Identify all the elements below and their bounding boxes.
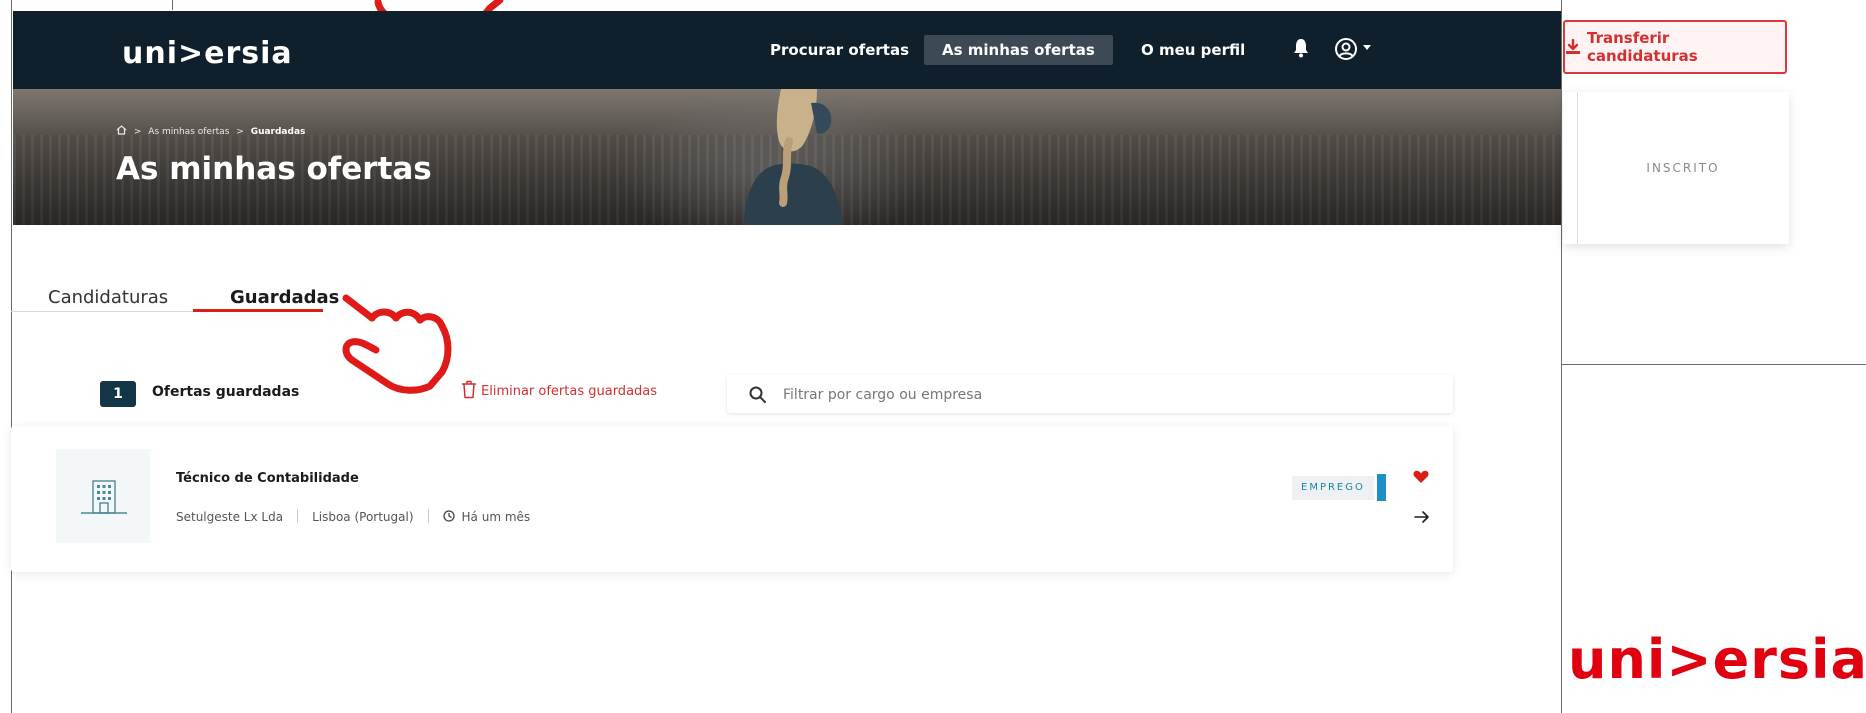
breadcrumb: > As minhas ofertas > Guardadas: [116, 125, 305, 137]
trash-icon: [462, 380, 476, 399]
transfer-applications-button[interactable]: Transferir candidaturas: [1563, 20, 1787, 74]
download-icon: [1565, 39, 1580, 54]
app-window: uni>ersia Procurar ofertas As minhas ofe…: [13, 11, 1561, 713]
caret-down-icon[interactable]: [1363, 45, 1371, 51]
nav-as-minhas-ofertas[interactable]: As minhas ofertas: [924, 35, 1113, 65]
tab-candidaturas[interactable]: Candidaturas: [48, 287, 168, 308]
nav-o-meu-perfil[interactable]: O meu perfil: [1123, 35, 1263, 65]
offer-meta: Setulgeste Lx Lda Lisboa (Portugal) Há um…: [176, 509, 530, 524]
tab-active-indicator: [193, 309, 323, 312]
frame-line-horizontal: [1561, 364, 1866, 365]
saved-offers-label: Ofertas guardadas: [152, 384, 300, 400]
meta-separator: [297, 509, 299, 523]
heart-icon[interactable]: [1413, 470, 1429, 484]
user-circle-icon[interactable]: [1334, 37, 1358, 61]
offer-company: Setulgeste Lx Lda: [176, 510, 284, 524]
breadcrumb-separator: >: [236, 127, 244, 137]
arrow-right-icon[interactable]: [1414, 510, 1430, 524]
hero-person-image: [743, 89, 843, 225]
offer-location: Lisboa (Portugal): [312, 510, 414, 524]
delete-saved-offers-link[interactable]: Eliminar ofertas guardadas: [461, 380, 657, 399]
breadcrumb-separator: >: [133, 127, 142, 137]
top-navigation-bar: uni>ersia Procurar ofertas As minhas ofe…: [13, 11, 1561, 89]
offer-card[interactable]: Técnico de Contabilidade Setulgeste Lx L…: [11, 426, 1453, 572]
clock-icon: [442, 510, 455, 522]
delete-saved-offers-label: Eliminar ofertas guardadas: [481, 384, 658, 399]
universia-brand-logo: uni>ersia: [1568, 628, 1866, 691]
bell-icon[interactable]: [1292, 37, 1310, 59]
frame-line-top-left: [172, 0, 173, 10]
search-icon: [749, 386, 766, 403]
search-input[interactable]: [781, 375, 1445, 415]
saved-count-badge: 1: [100, 381, 136, 407]
tab-guardadas[interactable]: Guardadas: [230, 287, 339, 308]
transfer-button-content: Transferir candidaturas: [1565, 22, 1785, 72]
meta-separator: [427, 509, 429, 523]
breadcrumb-current: Guardadas: [250, 127, 306, 137]
page-title: As minhas ofertas: [116, 151, 432, 187]
transfer-button-label: Transferir candidaturas: [1586, 29, 1698, 65]
offer-title[interactable]: Técnico de Contabilidade: [176, 471, 359, 486]
search-box[interactable]: [727, 375, 1453, 415]
status-label: INSCRITO: [1646, 161, 1720, 175]
universia-logo[interactable]: uni>ersia: [122, 36, 293, 71]
status-card: INSCRITO: [1563, 92, 1789, 244]
offer-posted: Há um mês: [461, 510, 531, 524]
hand-pointer-icon: [342, 294, 452, 394]
home-icon[interactable]: [116, 125, 127, 135]
frame-line-right: [1561, 0, 1562, 713]
company-logo: [56, 449, 150, 543]
breadcrumb-as-minhas-ofertas[interactable]: As minhas ofertas: [148, 127, 229, 137]
offer-type-indicator: [1377, 474, 1386, 501]
building-icon: [81, 480, 127, 514]
offer-type-badge: EMPREGO: [1292, 476, 1374, 500]
nav-procurar-ofertas[interactable]: Procurar ofertas: [752, 35, 927, 65]
frame-line-left: [11, 0, 12, 713]
hero-banner: > As minhas ofertas > Guardadas As minha…: [13, 89, 1561, 225]
